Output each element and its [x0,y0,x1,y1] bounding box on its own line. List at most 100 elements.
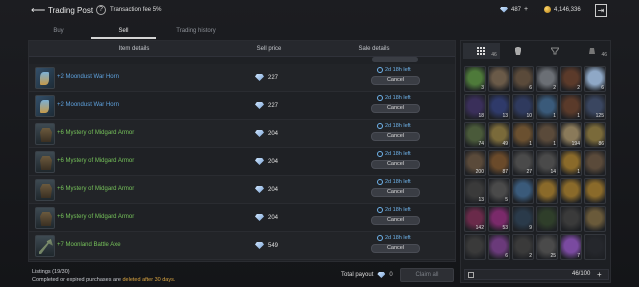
inventory-slot[interactable]: 18 [464,94,486,120]
clock-icon [377,207,383,213]
back-arrow-icon[interactable]: ⟵ [31,5,45,17]
inventory-slot[interactable] [488,66,510,92]
inventory-slot[interactable]: 1 [512,122,534,148]
armor-item-icon[interactable] [35,179,55,201]
inventory-slot[interactable]: 200 [464,150,486,176]
inventory-slot[interactable]: 194 [560,122,582,148]
stack-count: 18 [478,113,484,119]
stack-count: 1 [577,113,580,119]
gold-coin-icon [544,6,551,13]
claim-all-button[interactable]: Claim all [400,268,454,282]
cancel-button[interactable]: Cancel [371,104,420,113]
inventory-slot[interactable]: 5 [488,178,510,204]
inventory-tab-materials[interactable] [537,43,574,59]
chalice-icon [550,47,559,55]
stack-count: 27 [526,169,532,175]
inventory-slot[interactable]: 49 [488,122,510,148]
stack-count: 2 [577,85,580,91]
inventory-slot[interactable]: 87 [488,150,510,176]
stack-count: 1 [553,141,556,147]
inventory-slot[interactable]: 9 [512,206,534,232]
inventory-slot[interactable]: 125 [584,94,606,120]
axe-item-icon[interactable] [35,235,55,257]
inventory-slot[interactable] [464,234,486,260]
inventory-slot[interactable] [560,178,582,204]
inventory-slot[interactable]: 13 [488,94,510,120]
listing-row: +2 Moondust War Horn 227 2d 18h left Cancel [29,64,455,92]
expand-inventory-button[interactable]: + [597,270,602,279]
inventory-slot[interactable]: 142 [464,206,486,232]
inventory-slot[interactable] [536,178,558,204]
inventory-slot[interactable]: 25 [536,234,558,260]
tab-sell[interactable]: Sell [91,24,156,39]
inventory-slot[interactable]: 86 [584,122,606,148]
inventory-slot[interactable]: 1 [560,150,582,176]
inventory-slot[interactable]: 27 [512,150,534,176]
inventory-slot[interactable]: 1 [536,94,558,120]
horn-item-icon[interactable] [35,67,55,89]
inventory-slot[interactable] [584,206,606,232]
armor-item-icon[interactable] [35,207,55,229]
stack-count: 5 [505,197,508,203]
exit-icon[interactable]: ⇥ [595,4,607,17]
inventory-slot[interactable]: 2 [560,66,582,92]
inventory-tab-count: 46 [601,52,607,58]
inventory-slot[interactable]: 6 [512,66,534,92]
item-name: +7 Moonland Battle Axe [57,242,121,248]
price-value: 204 [268,158,279,165]
inventory-slot[interactable] [584,234,606,260]
stack-count: 2 [553,85,556,91]
armor-item-icon[interactable] [35,123,55,145]
tab-buy[interactable]: Buy [26,24,91,39]
cancel-button[interactable]: Cancel [371,188,420,197]
inventory-slot[interactable]: 14 [536,150,558,176]
cancel-button[interactable]: Cancel [371,160,420,169]
inventory-slot[interactable]: 2 [536,66,558,92]
inventory-slot[interactable] [584,178,606,204]
inventory-slot[interactable]: 6 [488,234,510,260]
inventory-slot[interactable] [560,206,582,232]
inventory-tab-equipment[interactable] [500,43,537,59]
help-icon[interactable]: ? [96,5,106,15]
listing-row: +6 Mystery of Midgard Armor 204 2d 18h lef… [29,148,455,176]
inventory-slot[interactable]: 10 [512,94,534,120]
add-diamonds-button[interactable]: + [524,6,528,13]
inventory-slot[interactable] [536,206,558,232]
retention-note-text: Completed or expired purchases are [32,277,123,283]
inventory-slot[interactable] [584,150,606,176]
item-name: +6 Mystery of Midgard Armor [57,130,135,136]
horn-item-icon[interactable] [35,95,55,117]
time-left: 2d 18h left [377,123,411,129]
cancel-button[interactable]: Cancel [371,216,420,225]
inventory-tab-misc[interactable]: 46 [573,43,610,59]
inventory-slot[interactable]: 2 [512,234,534,260]
cancel-button[interactable]: Cancel [371,76,420,85]
cancel-button[interactable]: Cancel [371,132,420,141]
stack-count: 1 [553,113,556,119]
column-item-details: Item details [118,45,150,52]
inventory-slot[interactable]: 1 [560,94,582,120]
inventory-panel: 46 46 3 6 2 2 6 18 13 10 1 1 125 74 49 1 1 194 86 200 87 27… [460,40,611,283]
inventory-tab-all[interactable]: 46 [463,43,500,59]
stack-count: 142 [475,225,484,231]
inventory-slot[interactable]: 6 [584,66,606,92]
sort-icon[interactable] [468,272,474,278]
price-value: 549 [268,242,279,249]
inventory-slot[interactable]: 74 [464,122,486,148]
inventory-slot[interactable] [512,178,534,204]
page-title: Trading Post [48,6,94,15]
cancel-button[interactable]: Cancel [371,244,420,253]
tab-trading-history[interactable]: Trading history [156,24,236,39]
diamond-icon [255,186,264,193]
inventory-slot[interactable]: 3 [464,66,486,92]
listing-row: +7 Moonland Battle Axe 549 2d 18h left Canc… [29,232,455,260]
inventory-slot[interactable]: 1 [536,122,558,148]
inventory-slot[interactable]: 7 [560,234,582,260]
stack-count: 1 [577,169,580,175]
partial-cancel-button[interactable] [372,57,418,62]
inventory-slot[interactable]: 13 [464,178,486,204]
armor-item-icon[interactable] [35,151,55,173]
time-left-text: 2d 18h left [385,179,411,185]
inventory-slot[interactable]: 53 [488,206,510,232]
stack-count: 194 [571,141,580,147]
